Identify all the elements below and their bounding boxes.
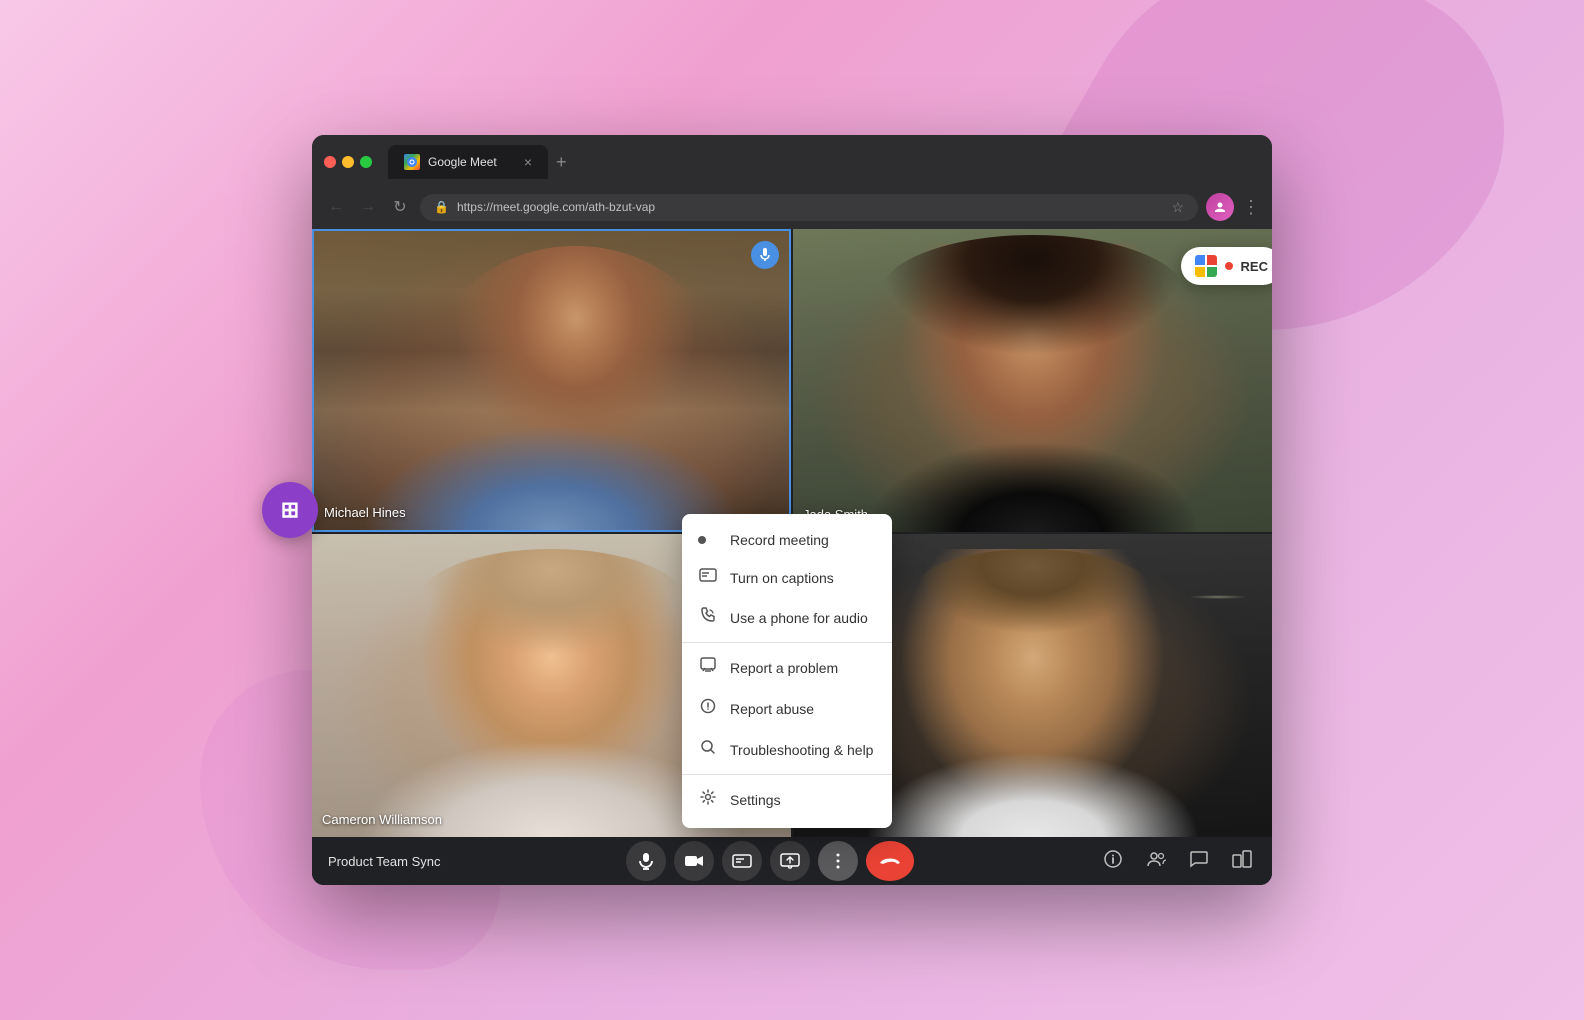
- tab-bar: Google Meet × +: [388, 145, 571, 179]
- activities-button[interactable]: [1228, 846, 1256, 877]
- video-cell-jada: Jada Smith REC: [793, 229, 1272, 532]
- reload-button[interactable]: ↻: [388, 197, 412, 217]
- meeting-toolbar: Product Team Sync: [312, 837, 1272, 885]
- rec-text: REC: [1241, 259, 1268, 274]
- menu-divider-2: [682, 774, 892, 775]
- address-bar[interactable]: 🔒 https://meet.google.com/ath-bzut-vap ☆: [420, 194, 1198, 221]
- video-cell-michael: Michael Hines: [312, 229, 791, 532]
- rec-badge: REC: [1181, 247, 1272, 285]
- end-call-button[interactable]: [866, 841, 914, 881]
- more-options-button[interactable]: [818, 841, 858, 881]
- browser-titlebar: Google Meet × +: [324, 145, 1260, 179]
- report-abuse-icon: [698, 698, 718, 719]
- close-button[interactable]: [324, 156, 336, 168]
- fullscreen-button[interactable]: [360, 156, 372, 168]
- tab-favicon: [404, 154, 420, 170]
- menu-report-problem-label: Report a problem: [730, 660, 838, 676]
- address-bar-row: ← → ↻ 🔒 https://meet.google.com/ath-bzut…: [324, 187, 1260, 229]
- rec-dot: [1225, 262, 1233, 270]
- michael-mic-indicator: [751, 241, 779, 269]
- new-tab-button[interactable]: +: [552, 152, 571, 173]
- menu-report-abuse-label: Report abuse: [730, 701, 814, 717]
- michael-name-label: Michael Hines: [324, 505, 406, 520]
- profile-avatar[interactable]: [1206, 193, 1234, 221]
- chat-button[interactable]: [1186, 846, 1212, 877]
- tab-close-button[interactable]: ×: [524, 154, 532, 170]
- menu-item-report-problem[interactable]: Report a problem: [682, 647, 892, 688]
- toolbar-center: [626, 841, 914, 881]
- lock-icon: 🔒: [434, 200, 449, 214]
- menu-item-captions[interactable]: Turn on captions: [682, 558, 892, 597]
- menu-troubleshoot-label: Troubleshooting & help: [730, 742, 873, 758]
- phone-audio-icon: [698, 607, 718, 628]
- menu-item-record[interactable]: Record meeting: [682, 522, 892, 558]
- toolbar-right: [1100, 846, 1256, 877]
- menu-record-label: Record meeting: [730, 532, 829, 548]
- floating-icon-letter: ⊞: [281, 497, 299, 523]
- google-meet-icon: [1195, 255, 1217, 277]
- troubleshoot-icon: [698, 739, 718, 760]
- michael-video: [314, 231, 789, 530]
- back-button[interactable]: ←: [324, 198, 348, 216]
- people-button[interactable]: [1142, 847, 1170, 876]
- traffic-lights: [324, 156, 372, 168]
- report-problem-icon: [698, 657, 718, 678]
- record-icon: [698, 536, 718, 544]
- url-text: https://meet.google.com/ath-bzut-vap: [457, 200, 1163, 214]
- browser-chrome: Google Meet × + ← → ↻ 🔒 https://meet.goo…: [312, 135, 1272, 229]
- browser-content: Michael Hines Jada Smith: [312, 229, 1272, 885]
- menu-captions-label: Turn on captions: [730, 570, 834, 586]
- menu-settings-label: Settings: [730, 792, 781, 808]
- active-tab[interactable]: Google Meet ×: [388, 145, 548, 179]
- browser-window: Google Meet × + ← → ↻ 🔒 https://meet.goo…: [312, 135, 1272, 885]
- tab-title: Google Meet: [428, 155, 516, 169]
- context-menu: Record meeting Turn on captions: [682, 514, 892, 828]
- floating-app-icon[interactable]: ⊞: [262, 482, 318, 538]
- menu-item-phone[interactable]: Use a phone for audio: [682, 597, 892, 638]
- info-button[interactable]: [1100, 846, 1126, 877]
- meeting-name-label: Product Team Sync: [328, 854, 440, 869]
- mic-button[interactable]: [626, 841, 666, 881]
- menu-divider-1: [682, 642, 892, 643]
- menu-item-settings[interactable]: Settings: [682, 779, 892, 820]
- captions-toolbar-button[interactable]: [722, 841, 762, 881]
- bookmark-icon[interactable]: ☆: [1171, 199, 1184, 216]
- settings-icon: [698, 789, 718, 810]
- minimize-button[interactable]: [342, 156, 354, 168]
- camera-button[interactable]: [674, 841, 714, 881]
- cameron-name-label: Cameron Williamson: [322, 812, 442, 827]
- captions-icon: [698, 568, 718, 587]
- browser-more-button[interactable]: ⋮: [1242, 197, 1260, 218]
- menu-item-troubleshoot[interactable]: Troubleshooting & help: [682, 729, 892, 770]
- menu-phone-label: Use a phone for audio: [730, 610, 868, 626]
- forward-button[interactable]: →: [356, 198, 380, 216]
- menu-item-report-abuse[interactable]: Report abuse: [682, 688, 892, 729]
- present-button[interactable]: [770, 841, 810, 881]
